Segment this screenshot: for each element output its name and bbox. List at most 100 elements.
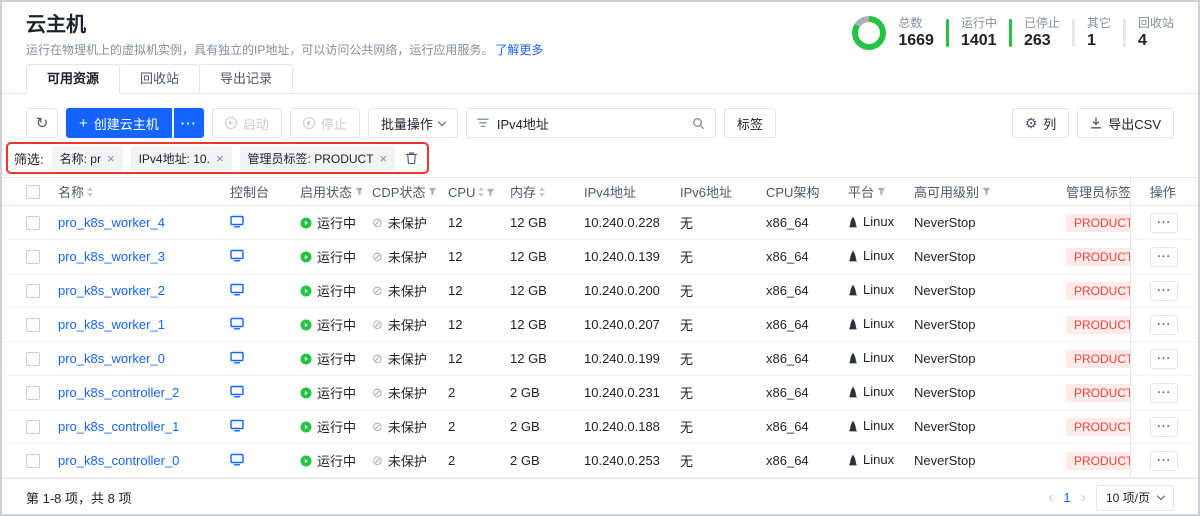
create-vm-button[interactable]: + 创建云主机 — [66, 108, 172, 138]
row-actions-button[interactable]: ··· — [1150, 451, 1178, 471]
close-icon[interactable]: × — [380, 152, 388, 165]
arch-cell: x86_64 — [756, 444, 838, 478]
table-header-row: 名称控制台启用状态CDP状态CPU内存IPv4地址IPv6地址CPU架构平台高可… — [2, 178, 1198, 206]
plus-icon: + — [79, 116, 88, 131]
column-header-ipv6: IPv6地址 — [670, 178, 756, 206]
page-title: 云主机 — [26, 12, 543, 38]
column-header-name[interactable]: 名称 — [48, 178, 220, 206]
create-more-button[interactable]: ··· — [174, 108, 204, 138]
vm-name-link[interactable]: pro_k8s_worker_1 — [58, 317, 165, 332]
vm-name-link[interactable]: pro_k8s_worker_2 — [58, 283, 165, 298]
sort-icon[interactable] — [87, 187, 93, 197]
vm-name-link[interactable]: pro_k8s_worker_4 — [58, 215, 165, 230]
status-text: 运行中 — [317, 315, 356, 334]
tags-button[interactable]: 标签 — [724, 108, 776, 138]
tab-export-records[interactable]: 导出记录 — [199, 64, 293, 94]
ha-cell: NeverStop — [904, 206, 1056, 240]
table-row: pro_k8s_worker_3运行中⊘未保护1212 GB10.240.0.1… — [2, 240, 1198, 274]
refresh-button[interactable]: ↻ — [26, 108, 58, 138]
sort-icon[interactable] — [539, 187, 545, 197]
row-actions-button[interactable]: ··· — [1150, 281, 1178, 301]
filter-funnel-icon[interactable] — [486, 188, 495, 197]
row-checkbox[interactable] — [26, 250, 40, 264]
ha-cell: NeverStop — [904, 342, 1056, 376]
row-actions-button[interactable]: ··· — [1150, 383, 1178, 403]
cpu-cell: 12 — [438, 342, 500, 376]
column-header-cpu[interactable]: CPU — [438, 178, 500, 206]
table-row: pro_k8s_worker_2运行中⊘未保护1212 GB10.240.0.2… — [2, 274, 1198, 308]
start-button[interactable]: 启动 — [212, 108, 282, 138]
filter-funnel-icon[interactable] — [428, 187, 437, 196]
vm-name-link[interactable]: pro_k8s_controller_1 — [58, 419, 179, 434]
console-button[interactable] — [230, 249, 244, 262]
column-header-memory[interactable]: 内存 — [500, 178, 574, 206]
vm-name-link[interactable]: pro_k8s_worker_3 — [58, 249, 165, 264]
row-actions-button[interactable]: ··· — [1150, 213, 1178, 233]
clear-filters-button[interactable] — [405, 151, 418, 165]
running-status-icon — [300, 251, 312, 263]
filter-funnel-icon[interactable] — [877, 187, 886, 196]
vm-stats: 总数 1669 运行中 1401 已停止 263 其它 1 回收站 4 — [852, 16, 1174, 50]
learn-more-link[interactable]: 了解更多 — [495, 43, 543, 57]
row-checkbox[interactable] — [26, 386, 40, 400]
select-all-checkbox[interactable] — [26, 185, 40, 199]
row-actions-button[interactable]: ··· — [1150, 349, 1178, 369]
row-actions-button[interactable]: ··· — [1150, 417, 1178, 437]
vm-name-link[interactable]: pro_k8s_controller_0 — [58, 453, 179, 468]
linux-icon — [848, 216, 858, 228]
close-icon[interactable]: × — [107, 152, 115, 165]
current-page[interactable]: 1 — [1063, 490, 1070, 505]
close-icon[interactable]: × — [216, 152, 224, 165]
columns-button[interactable]: ⚙ 列 — [1012, 108, 1070, 138]
stat-stopped: 已停止 263 — [1024, 17, 1060, 49]
console-button[interactable] — [230, 283, 244, 296]
running-status-icon — [300, 387, 312, 399]
ha-cell: NeverStop — [904, 410, 1056, 444]
search-box[interactable]: IPv4地址 — [466, 108, 716, 138]
platform-text: Linux — [863, 452, 894, 467]
row-checkbox[interactable] — [26, 454, 40, 468]
sort-icon[interactable] — [478, 187, 484, 197]
status-cell: 运行中 — [300, 349, 356, 368]
column-header-ha[interactable]: 高可用级别 — [904, 178, 1056, 206]
tab-available-resources[interactable]: 可用资源 — [26, 64, 120, 94]
export-csv-button[interactable]: 导出CSV — [1077, 108, 1174, 138]
console-button[interactable] — [230, 419, 244, 432]
chevron-down-icon — [1157, 492, 1165, 500]
table-body: pro_k8s_worker_4运行中⊘未保护1212 GB10.240.0.2… — [2, 206, 1198, 478]
row-checkbox[interactable] — [26, 352, 40, 366]
column-header-platform[interactable]: 平台 — [838, 178, 904, 206]
vm-name-link[interactable]: pro_k8s_controller_2 — [58, 385, 179, 400]
console-button[interactable] — [230, 453, 244, 466]
export-csv-label: 导出CSV — [1108, 114, 1161, 133]
filter-funnel-icon[interactable] — [982, 187, 991, 196]
row-checkbox[interactable] — [26, 318, 40, 332]
stop-button[interactable]: 停止 — [290, 108, 360, 138]
column-header-cdp[interactable]: CDP状态 — [362, 178, 438, 206]
console-button[interactable] — [230, 351, 244, 364]
row-checkbox[interactable] — [26, 284, 40, 298]
console-button[interactable] — [230, 385, 244, 398]
next-page-button[interactable]: › — [1081, 490, 1086, 506]
search-icon[interactable] — [692, 117, 705, 130]
tab-recycle-bin[interactable]: 回收站 — [119, 64, 200, 94]
row-actions-button[interactable]: ··· — [1150, 247, 1178, 267]
filter-funnel-icon[interactable] — [355, 187, 362, 196]
row-actions-button[interactable]: ··· — [1150, 315, 1178, 335]
vm-name-link[interactable]: pro_k8s_worker_0 — [58, 351, 165, 366]
console-monitor-icon — [230, 351, 244, 364]
column-header-status[interactable]: 启用状态 — [290, 178, 362, 206]
console-button[interactable] — [230, 317, 244, 330]
ipv6-cell: 无 — [670, 206, 756, 240]
row-checkbox[interactable] — [26, 420, 40, 434]
row-checkbox[interactable] — [26, 216, 40, 230]
search-field-filter-icon[interactable] — [477, 118, 489, 128]
prev-page-button[interactable]: ‹ — [1048, 490, 1053, 506]
select-all-header[interactable] — [2, 178, 48, 206]
batch-operations-button[interactable]: 批量操作 — [368, 108, 458, 138]
unprotected-icon: ⊘ — [372, 352, 383, 365]
page-size-select[interactable]: 10 项/页 — [1096, 485, 1174, 511]
admin-tag-badge: PRODUCT — [1066, 452, 1130, 470]
unprotected-icon: ⊘ — [372, 284, 383, 297]
console-button[interactable] — [230, 215, 244, 228]
